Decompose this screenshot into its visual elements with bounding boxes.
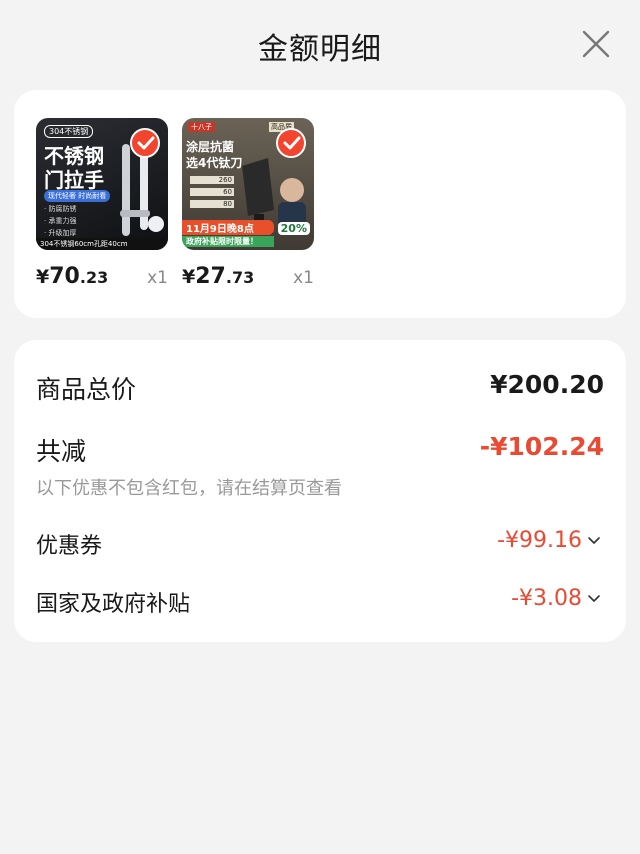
coupon-value: -¥99.16 xyxy=(497,528,582,553)
product-item[interactable]: 304不锈钢 不锈钢 门拉手 现代轻奢 时尚耐看 · 防腐防锈 · 承重力强 ·… xyxy=(36,118,168,289)
products-card: 304不锈钢 不锈钢 门拉手 现代轻奢 时尚耐看 · 防腐防锈 · 承重力强 ·… xyxy=(14,90,626,318)
close-button[interactable] xyxy=(574,24,618,68)
product-quantity: x1 xyxy=(293,268,314,288)
total-value: ¥200.20 xyxy=(490,370,604,399)
check-icon xyxy=(283,136,301,150)
product-price: ¥70.23 xyxy=(36,264,108,289)
thumb-discount: 20% xyxy=(277,222,310,235)
discount-note: 以下优惠不包含红包，请在结算页查看 xyxy=(36,478,342,499)
price-integer: 27 xyxy=(195,264,226,289)
selected-check xyxy=(130,128,160,158)
chevron-down-icon xyxy=(588,536,600,544)
coupon-value-toggle[interactable]: -¥99.16 xyxy=(497,528,600,553)
coupon-label: 优惠券 xyxy=(36,534,103,559)
thumb-footer: 304不锈钢60cm孔距40cm xyxy=(36,238,168,250)
product-item[interactable]: 十八子 高品质 涂层抗菌 选4代钛刀 260 60 80 11月9日晚8点 政府… xyxy=(182,118,314,289)
close-icon xyxy=(582,30,610,58)
price-decimal: .73 xyxy=(225,268,255,287)
product-thumbnail: 304不锈钢 不锈钢 门拉手 现代轻奢 时尚耐看 · 防腐防锈 · 承重力强 ·… xyxy=(36,118,168,250)
product-price: ¥27.73 xyxy=(182,264,254,289)
product-quantity: x1 xyxy=(147,268,168,288)
price-integer: 70 xyxy=(49,264,80,289)
subsidy-value-toggle[interactable]: -¥3.08 xyxy=(511,586,600,611)
thumb-promo: 11月9日晚8点 xyxy=(182,220,274,235)
chevron-down-icon xyxy=(588,594,600,602)
subsidy-label: 国家及政府补贴 xyxy=(36,592,191,617)
thumb-promo: 政府补贴限时限量！ xyxy=(182,236,274,247)
summary-card: 商品总价 ¥200.20 共减 -¥102.24 以下优惠不包含红包，请在结算页… xyxy=(14,340,626,642)
subsidy-value: -¥3.08 xyxy=(511,586,582,611)
check-icon xyxy=(137,136,155,150)
reduce-label: 共减 xyxy=(36,437,87,466)
price-decimal: .23 xyxy=(79,268,109,287)
reduce-value: -¥102.24 xyxy=(479,432,604,461)
total-label: 商品总价 xyxy=(36,375,137,404)
selected-check xyxy=(276,128,306,158)
price-currency: ¥ xyxy=(182,266,196,288)
page-title: 金额明细 xyxy=(258,32,382,67)
product-thumbnail: 十八子 高品质 涂层抗菌 选4代钛刀 260 60 80 11月9日晚8点 政府… xyxy=(182,118,314,250)
header: 金额明细 xyxy=(0,0,640,90)
price-currency: ¥ xyxy=(36,266,50,288)
